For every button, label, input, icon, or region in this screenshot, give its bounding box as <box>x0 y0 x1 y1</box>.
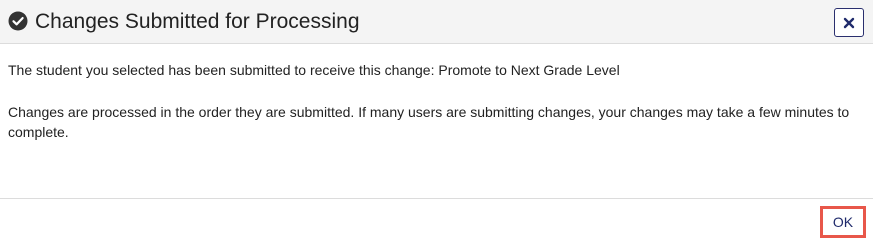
footer-divider <box>0 198 873 199</box>
message-change-summary: The student you selected has been submit… <box>8 62 620 78</box>
dialog-header: Changes Submitted for Processing <box>0 0 873 44</box>
message-processing-note: Changes are processed in the order they … <box>8 104 850 140</box>
changes-submitted-dialog: Changes Submitted for Processing The stu… <box>0 0 873 241</box>
check-circle-icon <box>8 11 28 31</box>
ok-button[interactable]: OK <box>820 206 866 238</box>
dialog-title: Changes Submitted for Processing <box>35 10 360 33</box>
close-icon <box>843 17 855 28</box>
ok-button-label: OK <box>832 214 854 230</box>
close-button[interactable] <box>834 8 864 37</box>
